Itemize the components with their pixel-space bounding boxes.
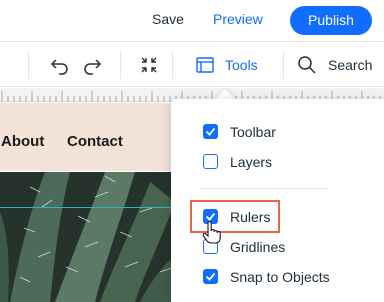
toolbar-divider — [172, 51, 173, 79]
nav-link-about[interactable]: About — [1, 133, 44, 150]
check-icon — [205, 127, 216, 136]
top-bar: Save Preview Publish — [0, 0, 384, 42]
undo-icon[interactable] — [50, 55, 70, 75]
hand-cursor-icon — [202, 221, 221, 244]
tools-icon[interactable] — [195, 55, 215, 75]
menu-item-label: Toolbar — [230, 124, 276, 140]
redo-icon[interactable] — [82, 55, 102, 75]
toolbar-checkbox[interactable] — [203, 124, 218, 139]
menu-divider — [200, 188, 328, 189]
menu-item-label: Layers — [230, 154, 273, 170]
save-button[interactable]: Save — [152, 11, 184, 27]
snap-to-objects-checkbox[interactable] — [203, 269, 218, 284]
publish-button[interactable]: Publish — [290, 6, 372, 35]
tools-button[interactable]: Tools — [225, 57, 258, 73]
ruler-guide-line[interactable] — [0, 207, 200, 208]
toolbar-divider — [120, 51, 121, 79]
toolbar-divider — [283, 51, 284, 79]
search-icon[interactable] — [297, 55, 317, 75]
toolbar-divider — [28, 51, 29, 79]
zoom-out-icon[interactable] — [139, 55, 159, 75]
layers-checkbox[interactable] — [203, 154, 218, 169]
toolbar — [0, 43, 384, 87]
nav-link-contact[interactable]: Contact — [67, 133, 123, 150]
preview-button[interactable]: Preview — [213, 11, 263, 27]
editor-window: Save Preview Publish Tools Search About … — [0, 0, 384, 302]
check-icon — [205, 272, 216, 281]
search-button[interactable]: Search — [328, 57, 372, 73]
menu-item-label: Snap to Objects — [230, 269, 330, 285]
menu-item-label: Gridlines — [230, 239, 286, 255]
